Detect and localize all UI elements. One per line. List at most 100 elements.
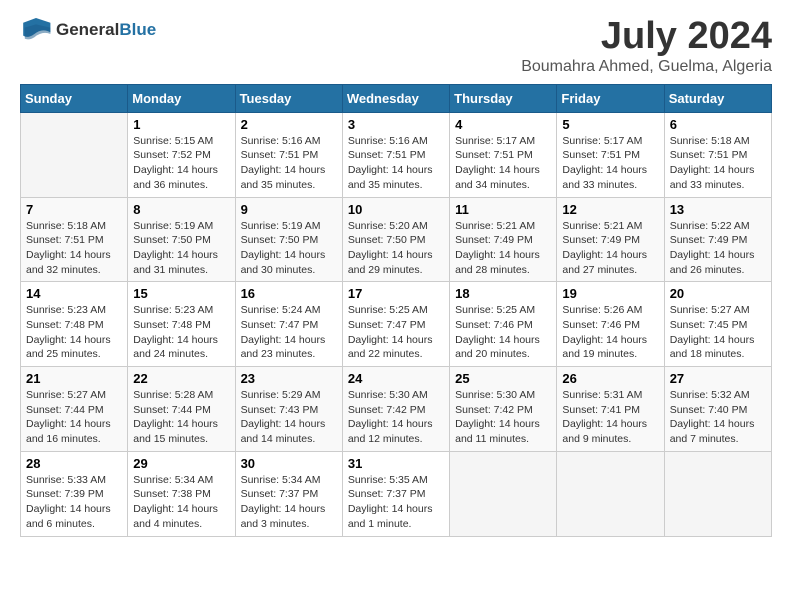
weekday-header: Monday — [128, 84, 235, 112]
day-info: Sunrise: 5:27 AM Sunset: 7:45 PM Dayligh… — [670, 303, 766, 362]
calendar-cell: 17 Sunrise: 5:25 AM Sunset: 7:47 PM Dayli… — [342, 282, 449, 367]
weekday-header: Wednesday — [342, 84, 449, 112]
calendar-cell — [664, 451, 771, 536]
logo-blue: Blue — [119, 20, 156, 39]
calendar-cell: 16Sunrise: 5:24 AM Sunset: 7:47 PM Dayli… — [235, 282, 342, 367]
calendar-cell: 19 Sunrise: 5:26 AM Sunset: 7:46 PM Dayli… — [557, 282, 664, 367]
day-info: Sunrise: 5:19 AM Sunset: 7:50 PM Dayligh… — [241, 219, 337, 278]
calendar-cell: 28 Sunrise: 5:33 AM Sunset: 7:39 PM Dayli… — [21, 451, 128, 536]
calendar-cell: 9Sunrise: 5:19 AM Sunset: 7:50 PM Daylig… — [235, 197, 342, 282]
day-number: 13 — [670, 202, 766, 217]
calendar-cell: 21Sunrise: 5:27 AM Sunset: 7:44 PM Dayli… — [21, 367, 128, 452]
calendar-cell: 12Sunrise: 5:21 AM Sunset: 7:49 PM Dayli… — [557, 197, 664, 282]
calendar-cell: 6 Sunrise: 5:18 AM Sunset: 7:51 PM Daylig… — [664, 112, 771, 197]
day-number: 6 — [670, 117, 766, 132]
calendar-cell: 20 Sunrise: 5:27 AM Sunset: 7:45 PM Dayli… — [664, 282, 771, 367]
calendar-cell: 30 Sunrise: 5:34 AM Sunset: 7:37 PM Dayli… — [235, 451, 342, 536]
calendar-cell: 10 Sunrise: 5:20 AM Sunset: 7:50 PM Dayli… — [342, 197, 449, 282]
weekday-header: Sunday — [21, 84, 128, 112]
calendar-cell — [450, 451, 557, 536]
day-info: Sunrise: 5:29 AM Sunset: 7:43 PM Dayligh… — [241, 388, 337, 447]
calendar-cell: 13 Sunrise: 5:22 AM Sunset: 7:49 PM Dayli… — [664, 197, 771, 282]
page-header: GeneralBlue July 2024 Boumahra Ahmed, Gu… — [20, 16, 772, 76]
weekday-header: Saturday — [664, 84, 771, 112]
weekday-header: Thursday — [450, 84, 557, 112]
day-number: 5 — [562, 117, 658, 132]
weekday-header: Friday — [557, 84, 664, 112]
day-info: Sunrise: 5:21 AM Sunset: 7:49 PM Dayligh… — [562, 219, 658, 278]
day-info: Sunrise: 5:22 AM Sunset: 7:49 PM Dayligh… — [670, 219, 766, 278]
day-info: Sunrise: 5:33 AM Sunset: 7:39 PM Dayligh… — [26, 473, 122, 532]
day-number: 31 — [348, 456, 444, 471]
calendar-cell: 29Sunrise: 5:34 AM Sunset: 7:38 PM Dayli… — [128, 451, 235, 536]
day-info: Sunrise: 5:30 AM Sunset: 7:42 PM Dayligh… — [348, 388, 444, 447]
day-info: Sunrise: 5:24 AM Sunset: 7:47 PM Dayligh… — [241, 303, 337, 362]
day-info: Sunrise: 5:17 AM Sunset: 7:51 PM Dayligh… — [562, 134, 658, 193]
day-info: Sunrise: 5:28 AM Sunset: 7:44 PM Dayligh… — [133, 388, 229, 447]
calendar-cell: 31 Sunrise: 5:35 AM Sunset: 7:37 PM Dayli… — [342, 451, 449, 536]
day-info: Sunrise: 5:32 AM Sunset: 7:40 PM Dayligh… — [670, 388, 766, 447]
day-info: Sunrise: 5:23 AM Sunset: 7:48 PM Dayligh… — [26, 303, 122, 362]
day-number: 17 — [348, 286, 444, 301]
calendar-cell: 18 Sunrise: 5:25 AM Sunset: 7:46 PM Dayli… — [450, 282, 557, 367]
calendar-cell: 4Sunrise: 5:17 AM Sunset: 7:51 PM Daylig… — [450, 112, 557, 197]
month-year-title: July 2024 — [521, 16, 772, 58]
day-info: Sunrise: 5:21 AM Sunset: 7:49 PM Dayligh… — [455, 219, 551, 278]
location-subtitle: Boumahra Ahmed, Guelma, Algeria — [521, 58, 772, 76]
day-number: 10 — [348, 202, 444, 217]
calendar-cell: 14Sunrise: 5:23 AM Sunset: 7:48 PM Dayli… — [21, 282, 128, 367]
weekday-header-row: SundayMondayTuesdayWednesdayThursdayFrid… — [21, 84, 772, 112]
day-info: Sunrise: 5:20 AM Sunset: 7:50 PM Dayligh… — [348, 219, 444, 278]
calendar-table: SundayMondayTuesdayWednesdayThursdayFrid… — [20, 84, 772, 537]
calendar-cell: 7Sunrise: 5:18 AM Sunset: 7:51 PM Daylig… — [21, 197, 128, 282]
day-info: Sunrise: 5:15 AM Sunset: 7:52 PM Dayligh… — [133, 134, 229, 193]
day-info: Sunrise: 5:17 AM Sunset: 7:51 PM Dayligh… — [455, 134, 551, 193]
day-info: Sunrise: 5:18 AM Sunset: 7:51 PM Dayligh… — [670, 134, 766, 193]
day-info: Sunrise: 5:35 AM Sunset: 7:37 PM Dayligh… — [348, 473, 444, 532]
day-number: 19 — [562, 286, 658, 301]
day-number: 11 — [455, 202, 551, 217]
day-info: Sunrise: 5:23 AM Sunset: 7:48 PM Dayligh… — [133, 303, 229, 362]
calendar-cell: 1Sunrise: 5:15 AM Sunset: 7:52 PM Daylig… — [128, 112, 235, 197]
day-info: Sunrise: 5:27 AM Sunset: 7:44 PM Dayligh… — [26, 388, 122, 447]
title-block: July 2024 Boumahra Ahmed, Guelma, Algeri… — [521, 16, 772, 76]
calendar-cell: 23 Sunrise: 5:29 AM Sunset: 7:43 PM Dayli… — [235, 367, 342, 452]
day-number: 26 — [562, 371, 658, 386]
day-number: 7 — [26, 202, 122, 217]
weekday-header: Tuesday — [235, 84, 342, 112]
calendar-week-row: 7Sunrise: 5:18 AM Sunset: 7:51 PM Daylig… — [21, 197, 772, 282]
calendar-week-row: 14Sunrise: 5:23 AM Sunset: 7:48 PM Dayli… — [21, 282, 772, 367]
day-number: 15 — [133, 286, 229, 301]
logo-general: General — [56, 20, 119, 39]
calendar-cell: 15 Sunrise: 5:23 AM Sunset: 7:48 PM Dayli… — [128, 282, 235, 367]
calendar-cell: 2Sunrise: 5:16 AM Sunset: 7:51 PM Daylig… — [235, 112, 342, 197]
day-number: 25 — [455, 371, 551, 386]
day-number: 27 — [670, 371, 766, 386]
calendar-cell: 27 Sunrise: 5:32 AM Sunset: 7:40 PM Dayli… — [664, 367, 771, 452]
day-info: Sunrise: 5:25 AM Sunset: 7:47 PM Dayligh… — [348, 303, 444, 362]
day-number: 20 — [670, 286, 766, 301]
day-info: Sunrise: 5:26 AM Sunset: 7:46 PM Dayligh… — [562, 303, 658, 362]
calendar-week-row: 28 Sunrise: 5:33 AM Sunset: 7:39 PM Dayli… — [21, 451, 772, 536]
day-info: Sunrise: 5:31 AM Sunset: 7:41 PM Dayligh… — [562, 388, 658, 447]
calendar-cell: 24 Sunrise: 5:30 AM Sunset: 7:42 PM Dayli… — [342, 367, 449, 452]
calendar-cell — [557, 451, 664, 536]
day-info: Sunrise: 5:34 AM Sunset: 7:37 PM Dayligh… — [241, 473, 337, 532]
calendar-cell: 5 Sunrise: 5:17 AM Sunset: 7:51 PM Daylig… — [557, 112, 664, 197]
day-info: Sunrise: 5:25 AM Sunset: 7:46 PM Dayligh… — [455, 303, 551, 362]
day-number: 22 — [133, 371, 229, 386]
day-number: 24 — [348, 371, 444, 386]
day-number: 2 — [241, 117, 337, 132]
day-info: Sunrise: 5:30 AM Sunset: 7:42 PM Dayligh… — [455, 388, 551, 447]
calendar-cell: 3Sunrise: 5:16 AM Sunset: 7:51 PM Daylig… — [342, 112, 449, 197]
calendar-cell: 25 Sunrise: 5:30 AM Sunset: 7:42 PM Dayli… — [450, 367, 557, 452]
calendar-week-row: 1Sunrise: 5:15 AM Sunset: 7:52 PM Daylig… — [21, 112, 772, 197]
day-number: 30 — [241, 456, 337, 471]
day-number: 23 — [241, 371, 337, 386]
day-number: 18 — [455, 286, 551, 301]
logo-icon — [20, 16, 52, 44]
calendar-cell: 8Sunrise: 5:19 AM Sunset: 7:50 PM Daylig… — [128, 197, 235, 282]
calendar-cell — [21, 112, 128, 197]
day-number: 28 — [26, 456, 122, 471]
day-number: 3 — [348, 117, 444, 132]
